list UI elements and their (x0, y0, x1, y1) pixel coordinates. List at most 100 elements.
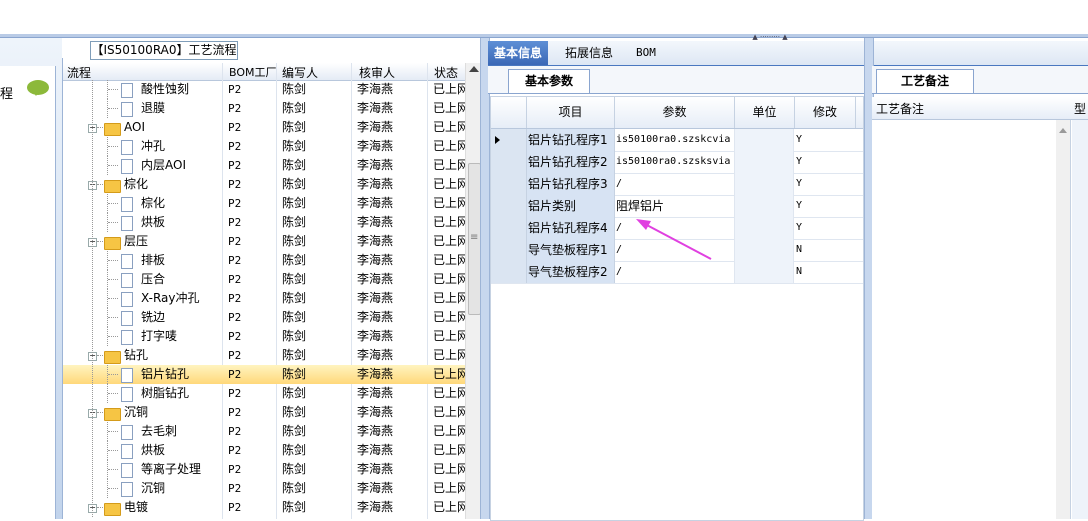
col-header-author[interactable]: 编写人 (282, 64, 318, 81)
tree-connector (97, 507, 103, 509)
bom-plant: P2 (228, 273, 242, 286)
comment-bubble-icon[interactable] (27, 80, 49, 96)
tree-item-row[interactable]: 等离子处理 P2 陈剑 李海燕 已上网 (63, 460, 465, 479)
tree-scrollbar[interactable] (465, 63, 481, 519)
author: 陈剑 (282, 405, 307, 419)
status: 已上网 (433, 253, 465, 267)
status: 已上网 (433, 386, 465, 400)
bom-plant: P2 (228, 501, 242, 514)
document-icon (121, 83, 133, 98)
tab-process-remarks[interactable]: 工艺备注 (876, 69, 974, 93)
author: 陈剑 (282, 120, 307, 134)
tree-item-row[interactable]: 内层AOI P2 陈剑 李海燕 已上网 (63, 156, 465, 175)
tree-connector (108, 298, 118, 300)
bom-plant: P2 (228, 197, 242, 210)
remarks-col-title[interactable]: 工艺备注 (876, 100, 924, 117)
tree-connector (108, 89, 118, 91)
tree-item-row[interactable]: 冲孔 P2 陈剑 李海燕 已上网 (63, 137, 465, 156)
splitter-left[interactable] (480, 38, 490, 519)
tree-node-label: 内层AOI (141, 158, 186, 172)
main-tab-bar: 基本信息 拓展信息 BOM (488, 41, 1088, 67)
tree-item-row[interactable]: 铣边 P2 陈剑 李海燕 已上网 (63, 308, 465, 327)
author: 陈剑 (282, 177, 307, 191)
tree-item-row[interactable]: 烘板 P2 陈剑 李海燕 已上网 (63, 441, 465, 460)
reviewer: 李海燕 (357, 120, 394, 134)
status: 已上网 (433, 82, 465, 96)
author: 陈剑 (282, 139, 307, 153)
tree-folder-row[interactable]: −沉铜P2陈剑李海燕已上网 (63, 403, 465, 422)
tree-connector (108, 317, 118, 319)
remarks-textarea[interactable] (872, 120, 1071, 519)
tree-node-label: 等离子处理 (141, 462, 202, 476)
tree-connector (92, 80, 93, 517)
tree-connector (108, 222, 118, 224)
splitter-grip[interactable]: ▲ ········· ▲ (735, 34, 805, 41)
reviewer: 李海燕 (357, 234, 394, 248)
tree-item-row[interactable]: 打字唛 P2 陈剑 李海燕 已上网 (63, 327, 465, 346)
col-header-bom-plant[interactable]: BOM工厂 (229, 64, 277, 80)
tree-item-row[interactable]: 沉铜 P2 陈剑 李海燕 已上网 (63, 479, 465, 498)
author: 陈剑 (282, 272, 307, 286)
tree-item-row[interactable]: 酸性蚀刻 P2 陈剑 李海燕 已上网 (63, 80, 465, 99)
tab-basic-params[interactable]: 基本参数 (508, 69, 590, 93)
tree-item-row[interactable]: 退膜 P2 陈剑 李海燕 已上网 (63, 99, 465, 118)
tree-item-row[interactable]: X-Ray冲孔 P2 陈剑 李海燕 已上网 (63, 289, 465, 308)
reviewer: 李海燕 (357, 215, 394, 229)
tree-node-label: AOI (124, 120, 145, 134)
tree-folder-row[interactable]: −电镀P2陈剑李海燕已上网 (63, 498, 465, 517)
tree-item-row[interactable]: 排板 P2 陈剑 李海燕 已上网 (63, 251, 465, 270)
document-icon (121, 482, 133, 497)
status: 已上网 (433, 367, 465, 381)
status: 已上网 (433, 158, 465, 172)
col-header-process[interactable]: 流程 (67, 64, 91, 81)
status: 已上网 (433, 405, 465, 419)
status: 已上网 (433, 443, 465, 457)
tree-folder-row[interactable]: −AOIP2陈剑李海燕已上网 (63, 118, 465, 137)
tree-item-row[interactable]: 去毛刺 P2 陈剑 李海燕 已上网 (63, 422, 465, 441)
reviewer: 李海燕 (357, 367, 394, 381)
folder-icon (104, 237, 121, 250)
document-icon (121, 463, 133, 478)
tree-item-row[interactable]: 铝片钻孔 P2 陈剑 李海燕 已上网 (63, 365, 465, 384)
tree-item-row[interactable]: 压合 P2 陈剑 李海燕 已上网 (63, 270, 465, 289)
scroll-up-icon[interactable] (469, 66, 479, 72)
status: 已上网 (433, 177, 465, 191)
tab-basic-info[interactable]: 基本信息 (488, 41, 549, 65)
tree-connector (97, 184, 103, 186)
bom-plant: P2 (228, 425, 242, 438)
tree-folder-row[interactable]: −钻孔P2陈剑李海燕已上网 (63, 346, 465, 365)
reviewer: 李海燕 (357, 481, 394, 495)
bom-plant: P2 (228, 463, 242, 476)
author: 陈剑 (282, 386, 307, 400)
tree-folder-row[interactable]: −棕化P2陈剑李海燕已上网 (63, 175, 465, 194)
tree-node-label: 退膜 (141, 101, 166, 115)
author: 陈剑 (282, 82, 307, 96)
tree-folder-row[interactable]: −层压P2陈剑李海燕已上网 (63, 232, 465, 251)
col-header-reviewer[interactable]: 核审人 (359, 64, 395, 81)
reviewer: 李海燕 (357, 348, 394, 362)
tab-bom[interactable]: BOM (630, 41, 662, 65)
tree-header: 流程 BOM工厂 编写人 核审人 状态 (63, 63, 465, 81)
document-icon (121, 330, 133, 345)
remarks-col-extra[interactable]: 型 (1074, 100, 1086, 117)
tree-node-label: 排板 (141, 253, 166, 267)
bom-plant: P2 (228, 330, 242, 343)
tree-connector (108, 165, 118, 167)
tree-item-row[interactable]: 棕化 P2 陈剑 李海燕 已上网 (63, 194, 465, 213)
remarks-scrollbar[interactable] (1056, 120, 1070, 519)
author: 陈剑 (282, 310, 307, 324)
tree-item-row[interactable]: 烘板 P2 陈剑 李海燕 已上网 (63, 213, 465, 232)
tree-node-label: 冲孔 (141, 139, 166, 153)
tree-item-row[interactable]: 树脂钻孔 P2 陈剑 李海燕 已上网 (63, 384, 465, 403)
author: 陈剑 (282, 215, 307, 229)
annotation-arrow (636, 219, 712, 260)
document-icon (121, 159, 133, 174)
process-tree-panel: 流程 BOM工厂 编写人 核审人 状态 酸性蚀刻P2陈剑李海燕已上网退膜P2陈剑… (62, 58, 481, 519)
col-header-status[interactable]: 状态 (434, 64, 458, 81)
scroll-up-icon[interactable] (1059, 128, 1067, 133)
tab-extended-info[interactable]: 拓展信息 (559, 41, 619, 65)
tree-node-label: 棕化 (124, 177, 149, 191)
folder-icon (104, 123, 121, 136)
reviewer: 李海燕 (357, 177, 394, 191)
status: 已上网 (433, 424, 465, 438)
